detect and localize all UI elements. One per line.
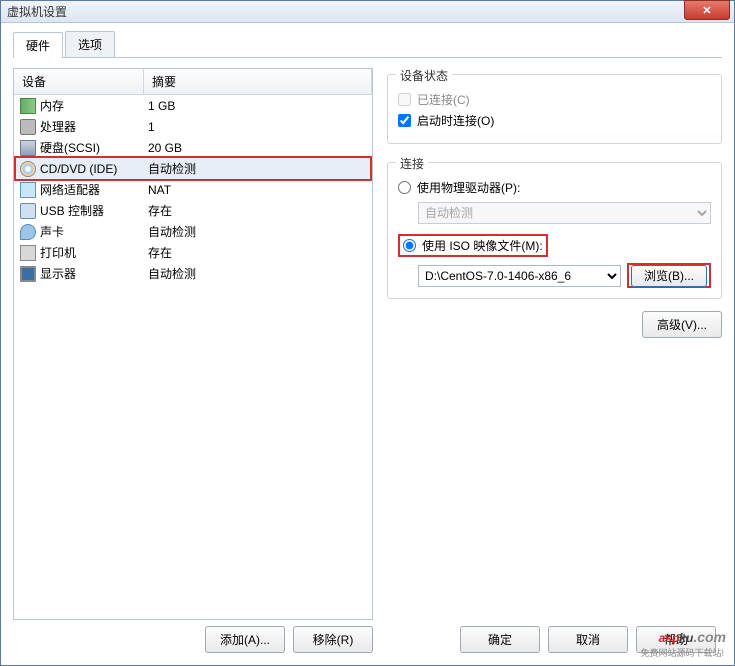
device-list: 设备 摘要 内存1 GB处理器1硬盘(SCSI)20 GBCD/DVD (IDE… — [13, 68, 373, 620]
iso-path-select[interactable]: D:\CentOS-7.0-1406-x86_6 — [418, 265, 621, 287]
device-row[interactable]: 网络适配器NAT — [14, 179, 372, 200]
device-icon — [20, 182, 36, 198]
browse-button[interactable]: 浏览(B)... — [631, 265, 707, 287]
device-row[interactable]: 内存1 GB — [14, 95, 372, 116]
body: 设备 摘要 内存1 GB处理器1硬盘(SCSI)20 GBCD/DVD (IDE… — [13, 58, 722, 653]
iso-radio-highlight: 使用 ISO 映像文件(M): — [398, 234, 548, 257]
connected-checkbox-row[interactable]: 已连接(C) — [398, 91, 711, 108]
content-area: 硬件 选项 设备 摘要 内存1 GB处理器1硬盘(SCSI)20 GBCD/DV… — [1, 23, 734, 665]
col-summary: 摘要 — [144, 69, 372, 94]
device-icon — [20, 98, 36, 114]
connected-label: 已连接(C) — [417, 91, 470, 108]
connect-on-power-row[interactable]: 启动时连接(O) — [398, 112, 711, 129]
device-row[interactable]: USB 控制器存在 — [14, 200, 372, 221]
device-icon — [20, 161, 36, 177]
device-row[interactable]: 处理器1 — [14, 116, 372, 137]
add-button[interactable]: 添加(A)... — [205, 626, 285, 653]
device-name: 打印机 — [40, 244, 148, 261]
ok-button[interactable]: 确定 — [460, 626, 540, 653]
iso-radio[interactable] — [403, 239, 416, 252]
device-name: 处理器 — [40, 118, 148, 135]
vm-settings-window: 虚拟机设置 ✕ 硬件 选项 设备 摘要 内存1 GB处理器1硬盘(SCSI)20… — [0, 0, 735, 666]
footer: 确定 取消 帮助 — [460, 616, 716, 653]
device-summary: 存在 — [148, 202, 366, 219]
device-name: 声卡 — [40, 223, 148, 240]
device-name: 内存 — [40, 97, 148, 114]
device-icon — [20, 140, 36, 156]
advanced-wrap: 高级(V)... — [642, 311, 722, 338]
device-status-group: 设备状态 已连接(C) 启动时连接(O) — [387, 74, 722, 144]
physical-drive-label: 使用物理驱动器(P): — [417, 179, 520, 196]
device-row[interactable]: 打印机存在 — [14, 242, 372, 263]
device-name: 显示器 — [40, 265, 148, 282]
physical-drive-radio-row[interactable]: 使用物理驱动器(P): — [398, 179, 711, 196]
cancel-button[interactable]: 取消 — [548, 626, 628, 653]
connect-on-power-checkbox[interactable] — [398, 114, 411, 127]
device-icon — [20, 266, 36, 282]
device-summary: NAT — [148, 183, 366, 197]
tab-bar: 硬件 选项 — [13, 31, 722, 58]
close-button[interactable]: ✕ — [684, 0, 730, 20]
window-title: 虚拟机设置 — [7, 3, 67, 20]
connected-checkbox — [398, 93, 411, 106]
titlebar: 虚拟机设置 ✕ — [1, 1, 734, 23]
list-header: 设备 摘要 — [14, 69, 372, 95]
device-summary: 20 GB — [148, 141, 366, 155]
device-icon — [20, 203, 36, 219]
tab-options[interactable]: 选项 — [65, 31, 115, 57]
device-name: CD/DVD (IDE) — [40, 162, 148, 176]
device-row[interactable]: CD/DVD (IDE)自动检测 — [14, 156, 372, 181]
physical-drive-radio[interactable] — [398, 181, 411, 194]
connect-on-power-label: 启动时连接(O) — [417, 112, 494, 129]
left-panel: 设备 摘要 内存1 GB处理器1硬盘(SCSI)20 GBCD/DVD (IDE… — [13, 68, 373, 653]
physical-drive-select-wrap: 自动检测 — [418, 202, 711, 224]
device-row[interactable]: 硬盘(SCSI)20 GB — [14, 137, 372, 158]
connection-group: 连接 使用物理驱动器(P): 自动检测 使用 ISO 映像文件(M): — [387, 162, 722, 299]
tab-hardware[interactable]: 硬件 — [13, 32, 63, 58]
device-icon — [20, 119, 36, 135]
browse-highlight: 浏览(B)... — [627, 263, 711, 288]
physical-drive-select: 自动检测 — [418, 202, 711, 224]
advanced-button[interactable]: 高级(V)... — [642, 311, 722, 338]
device-summary: 自动检测 — [148, 265, 366, 282]
connection-title: 连接 — [396, 155, 428, 172]
device-name: 网络适配器 — [40, 181, 148, 198]
device-summary: 1 — [148, 120, 366, 134]
device-summary: 存在 — [148, 244, 366, 261]
device-status-title: 设备状态 — [396, 67, 452, 84]
device-icon — [20, 245, 36, 261]
device-summary: 自动检测 — [148, 160, 366, 177]
left-buttons: 添加(A)... 移除(R) — [13, 626, 373, 653]
device-name: 硬盘(SCSI) — [40, 139, 148, 156]
iso-label: 使用 ISO 映像文件(M): — [422, 237, 543, 254]
device-icon — [20, 224, 36, 240]
help-button[interactable]: 帮助 — [636, 626, 716, 653]
iso-radio-row[interactable]: 使用 ISO 映像文件(M): — [403, 237, 543, 254]
device-summary: 1 GB — [148, 99, 366, 113]
remove-button[interactable]: 移除(R) — [293, 626, 373, 653]
device-row[interactable]: 声卡自动检测 — [14, 221, 372, 242]
device-name: USB 控制器 — [40, 202, 148, 219]
iso-row: D:\CentOS-7.0-1406-x86_6 浏览(B)... — [418, 263, 711, 288]
right-panel: 设备状态 已连接(C) 启动时连接(O) 连接 使用物理驱动器(P): — [387, 68, 722, 653]
col-device: 设备 — [14, 69, 144, 94]
device-row[interactable]: 显示器自动检测 — [14, 263, 372, 284]
device-summary: 自动检测 — [148, 223, 366, 240]
